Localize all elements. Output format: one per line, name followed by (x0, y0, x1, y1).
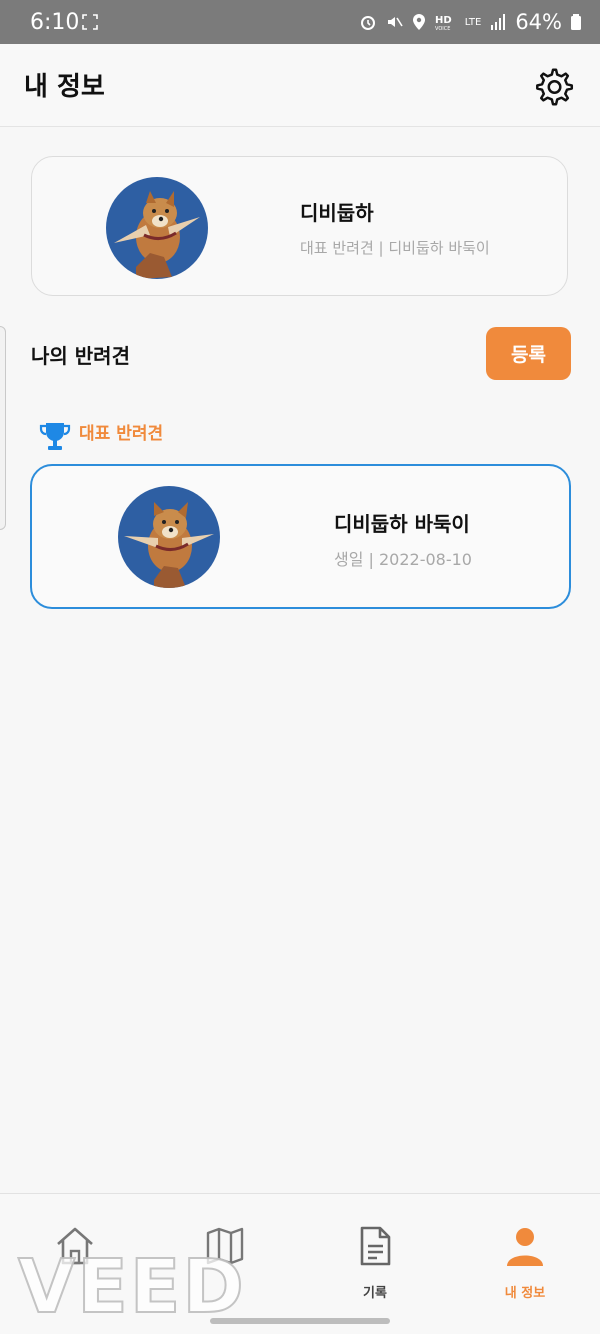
svg-text:VOICE: VOICE (435, 26, 450, 31)
side-drawer-handle[interactable] (0, 326, 6, 530)
person-icon (507, 1228, 543, 1266)
location-icon (412, 14, 425, 30)
nav-item-record[interactable]: 기록 (300, 1194, 450, 1314)
hd-voice-icon: HD VOICE (435, 15, 452, 31)
home-indicator[interactable] (210, 1318, 390, 1324)
settings-gear-icon[interactable] (530, 64, 576, 110)
representative-pet-text: 대표 반려견 (79, 424, 164, 444)
profile-name: 디비둡하 (300, 201, 374, 225)
svg-text:HD: HD (435, 15, 452, 26)
battery-icon (571, 14, 581, 30)
network-type: LTE (464, 16, 482, 28)
nav-label-record: 기록 (363, 1286, 387, 1301)
dog-photo-icon (106, 177, 208, 279)
status-time: 6:10 (30, 10, 80, 35)
dog-photo-icon (118, 486, 220, 588)
pet-card[interactable]: 디비둡하 바둑이 생일 | 2022-08-10 (30, 464, 571, 609)
document-icon (360, 1226, 391, 1266)
pet-name: 디비둡하 바둑이 (334, 512, 470, 536)
alarm-icon (360, 16, 375, 30)
battery-percent: 64% (515, 10, 562, 34)
page-title: 내 정보 (24, 72, 105, 102)
profile-subtitle: 대표 반려견 | 디비둡하 바둑이 (300, 239, 490, 257)
signal-icon (491, 14, 506, 30)
profile-card[interactable]: 디비둡하 대표 반려견 | 디비둡하 바둑이 (31, 156, 568, 296)
pet-birthday: 생일 | 2022-08-10 (334, 550, 472, 569)
register-pet-button[interactable]: 등록 (486, 327, 571, 380)
app-bar: 내 정보 (0, 44, 600, 127)
trophy-icon (39, 423, 71, 450)
mute-icon (387, 17, 403, 27)
status-bar: 6:10 HD VOICE LTE 64% (0, 0, 600, 44)
profile-avatar (106, 177, 208, 279)
screenshot-icon (82, 14, 98, 30)
nav-item-my-info[interactable]: 내 정보 (450, 1194, 600, 1314)
pet-avatar (118, 486, 220, 588)
my-pets-heading: 나의 반려견 (31, 344, 130, 368)
nav-label-my-info: 내 정보 (504, 1286, 546, 1301)
